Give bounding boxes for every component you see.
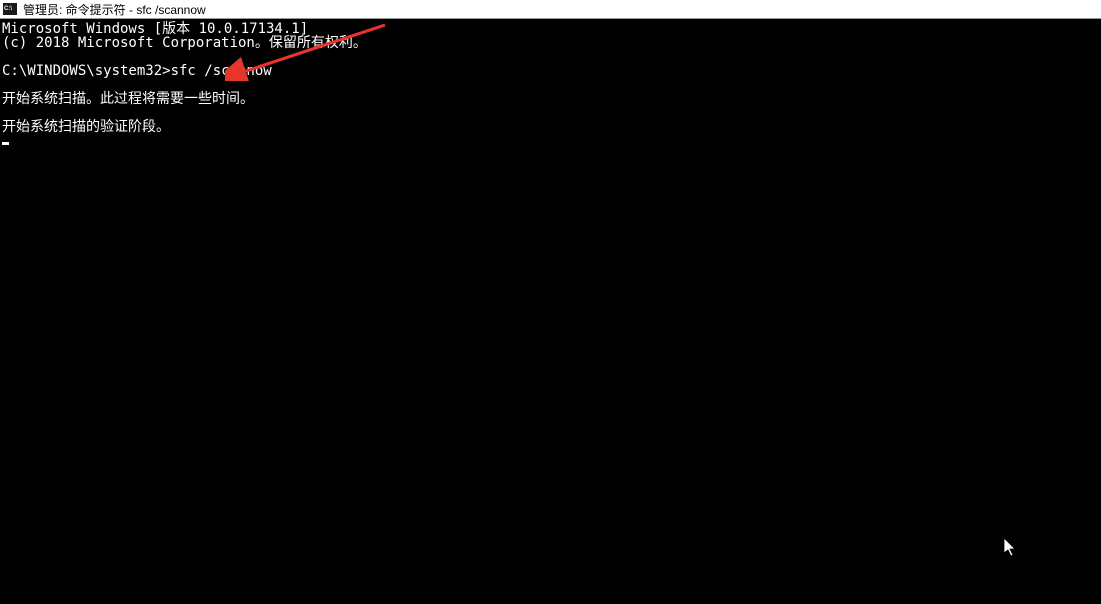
text-cursor (2, 142, 9, 145)
blank-line (2, 106, 1099, 120)
title-bar: C:\ 管理员: 命令提示符 - sfc /scannow (0, 0, 1101, 19)
output-text-1: 开始系统扫描。此过程将需要一些时间。 (2, 92, 1099, 106)
command-text: sfc /scannow (171, 64, 272, 78)
version-text: Microsoft Windows [版本 10.0.17134.1] (2, 22, 1099, 36)
prompt-text: C:\WINDOWS\system32> (2, 64, 171, 78)
copyright-text: (c) 2018 Microsoft Corporation。保留所有权利。 (2, 36, 1099, 50)
window-title: 管理员: 命令提示符 - sfc /scannow (23, 1, 206, 18)
output-text-2: 开始系统扫描的验证阶段。 (2, 120, 1099, 134)
cursor-line (2, 134, 1099, 148)
blank-line (2, 50, 1099, 64)
cmd-icon: C:\ (3, 3, 17, 15)
command-line: C:\WINDOWS\system32>sfc /scannow (2, 64, 1099, 78)
blank-line (2, 78, 1099, 92)
cmd-icon-label: C:\ (4, 6, 12, 12)
mouse-cursor-icon (1003, 537, 1019, 559)
terminal-output[interactable]: Microsoft Windows [版本 10.0.17134.1] (c) … (0, 19, 1101, 604)
